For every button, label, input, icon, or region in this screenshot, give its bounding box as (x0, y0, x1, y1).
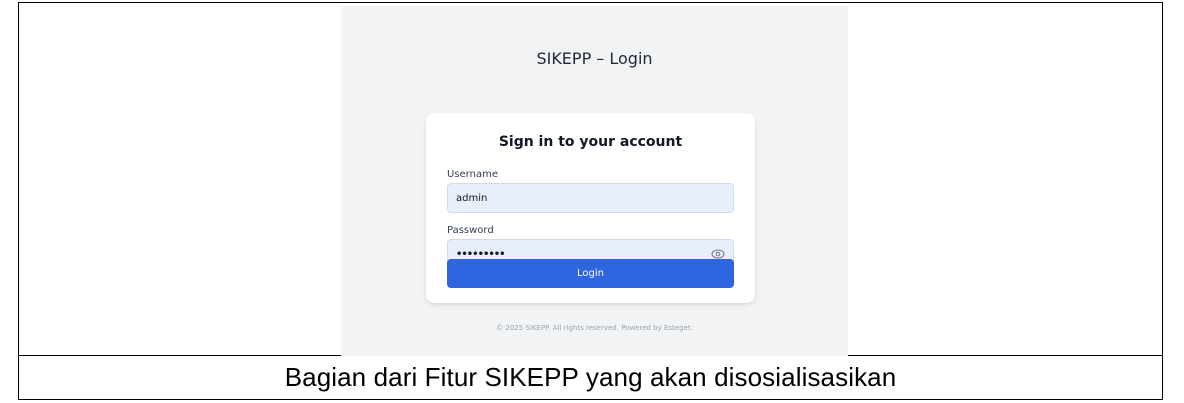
login-card: Sign in to your account Username admin P… (426, 113, 755, 303)
footer-copyright: © 2025 SIKEPP. All rights reserved. Powe… (496, 324, 693, 332)
login-screen: SIKEPP – Login Sign in to your account U… (341, 6, 848, 356)
screenshot-cell: SIKEPP – Login Sign in to your account U… (19, 3, 1162, 356)
app-title: SIKEPP – Login (536, 49, 653, 68)
document-table: SIKEPP – Login Sign in to your account U… (18, 2, 1163, 400)
username-input[interactable]: admin (447, 183, 734, 213)
username-value: admin (456, 192, 488, 204)
password-label: Password (447, 225, 494, 236)
caption-cell: Bagian dari Fitur SIKEPP yang akan disos… (19, 356, 1162, 399)
login-card-heading: Sign in to your account (498, 134, 683, 150)
username-label: Username (447, 169, 498, 180)
figure-caption: Bagian dari Fitur SIKEPP yang akan disos… (284, 362, 897, 392)
login-button[interactable]: Login (447, 259, 734, 288)
password-value: ••••••••• (456, 248, 506, 260)
